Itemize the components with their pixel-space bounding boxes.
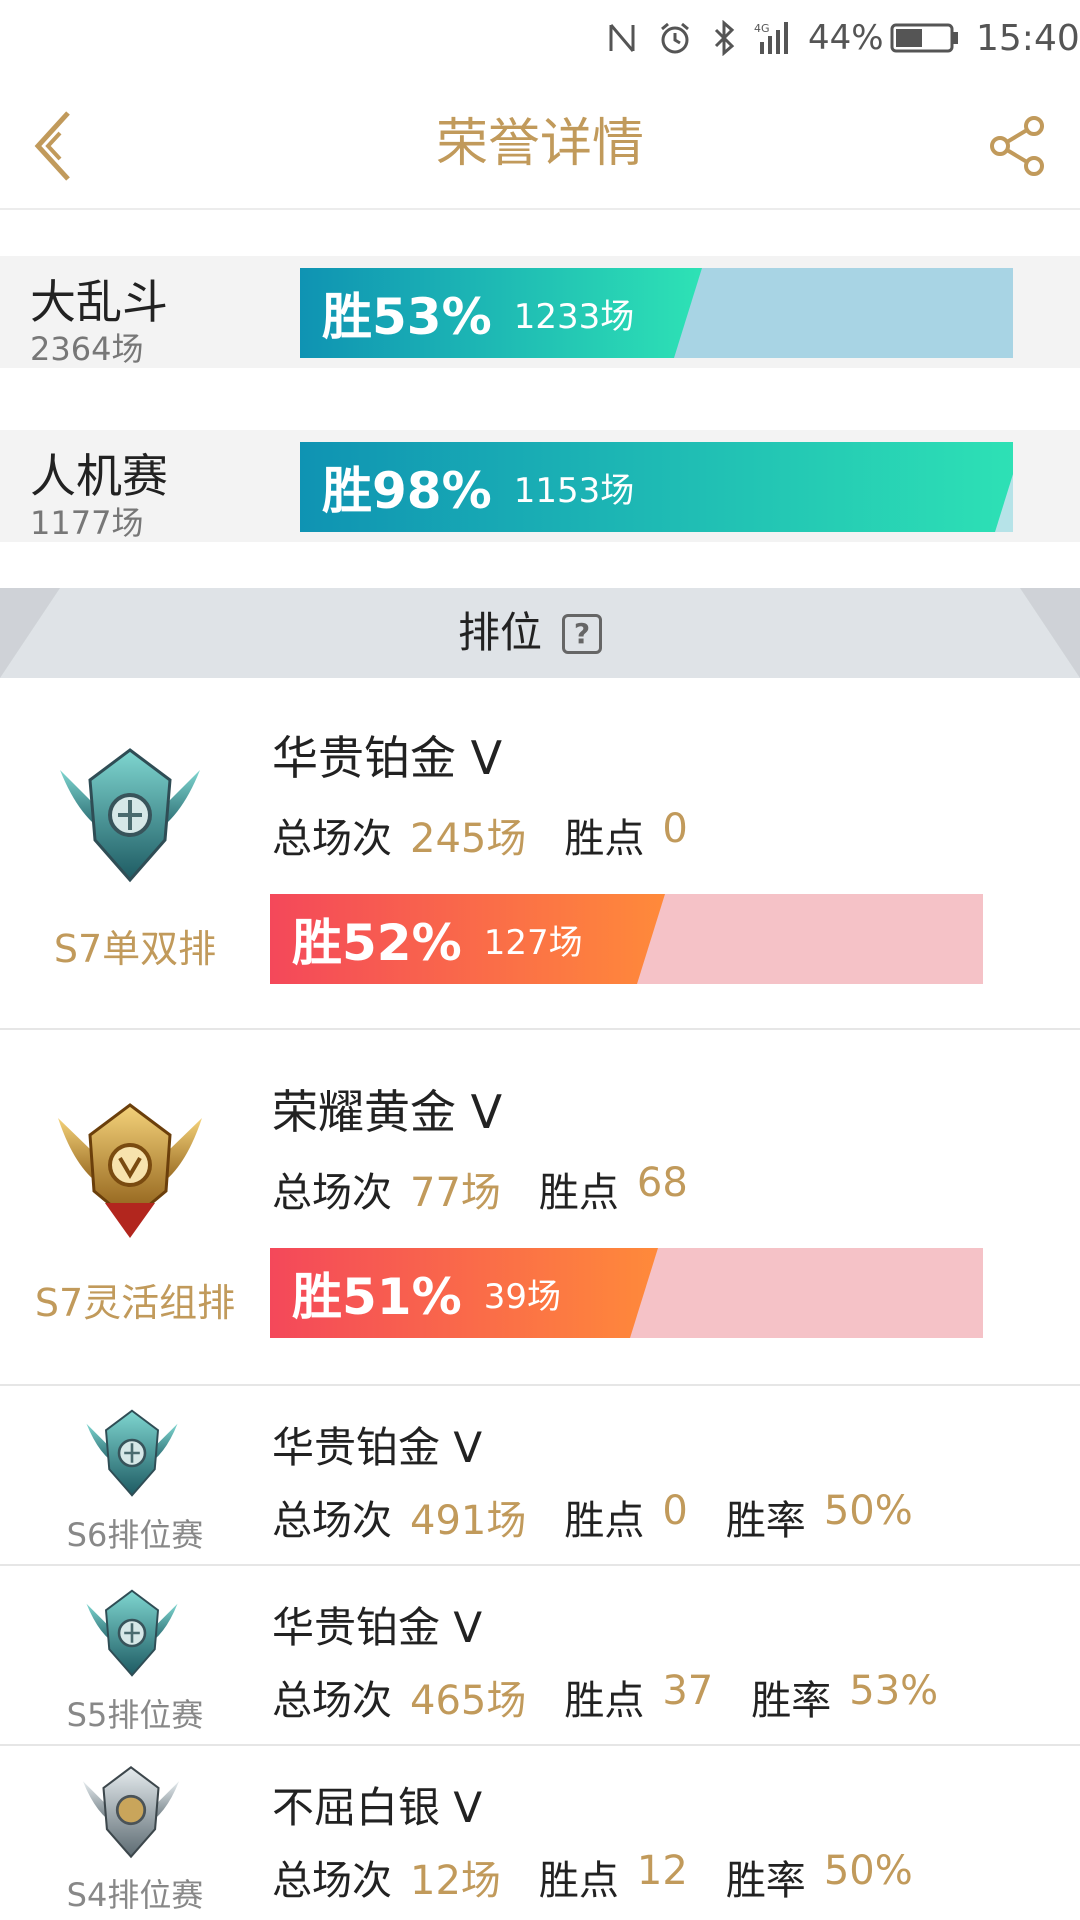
season-card[interactable]: S7灵活组排 荣耀黄金 V 总场次 77场 胜点 68 胜51% 39场: [0, 1032, 1080, 1386]
season-label: S5排位赛: [66, 1696, 204, 1734]
status-bar: 4G 44% 15:40: [0, 0, 1080, 78]
season-stats: 总场次 491场 胜点 0 胜率 50%: [272, 1488, 913, 1546]
battery-icon: [890, 18, 960, 58]
total-games-value: 12场: [410, 1858, 501, 1904]
win-rate-text: 胜53% 1233场: [322, 268, 634, 358]
rank-tier: 荣耀黄金 V: [272, 1085, 503, 1139]
win-rate-percent: 胜52%: [292, 914, 462, 972]
signal-icon: 4G: [754, 18, 790, 58]
platinum-rank-badge-icon: [80, 1584, 184, 1682]
header-decoration: [0, 588, 60, 678]
win-rate-percent: 胜98%: [322, 462, 492, 520]
win-rate-bar: 胜98% 1153场: [300, 442, 1013, 532]
total-games-label: 总场次: [272, 1678, 392, 1724]
bluetooth-icon: [712, 18, 738, 58]
ranked-title: 排位: [458, 608, 543, 657]
win-rate-bar: 胜52% 127场: [270, 894, 983, 984]
total-games-value: 245场: [410, 816, 527, 862]
alarm-icon: [658, 18, 694, 58]
network-type: 4G: [754, 22, 770, 35]
season-label: S6排位赛: [66, 1516, 204, 1554]
clock: 15:40: [976, 17, 1080, 59]
season-card[interactable]: S4排位赛 不屈白银 V 总场次 12场 胜点 12 胜率 50%: [0, 1748, 1080, 1920]
win-rate-percent: 胜53%: [322, 288, 492, 346]
win-games: 127场: [483, 922, 583, 963]
total-games-value: 77场: [410, 1170, 501, 1216]
page-title: 荣誉详情: [435, 114, 644, 174]
win-rate-text: 胜52% 127场: [292, 894, 583, 984]
mode-row: 大乱斗 2364场 胜53% 1233场: [0, 256, 1080, 368]
win-rate-bar: 胜53% 1233场: [300, 268, 1013, 358]
points-value: 0: [662, 806, 688, 852]
win-games: 39场: [483, 1276, 561, 1317]
points-label: 胜点: [564, 816, 645, 862]
season-stats: 总场次 77场 胜点 68: [272, 1160, 688, 1218]
points-value: 0: [662, 1488, 688, 1534]
rank-tier: 华贵铂金 V: [272, 1423, 483, 1472]
rank-tier: 不屈白银 V: [272, 1783, 483, 1832]
win-rate-label: 胜率: [725, 1858, 806, 1904]
win-rate-percent: 胜51%: [292, 1268, 462, 1326]
silver-rank-badge-icon: [76, 1760, 186, 1864]
share-button[interactable]: [990, 116, 1046, 176]
season-stats: 总场次 465场 胜点 37 胜率 53%: [272, 1668, 938, 1726]
season-label: S7单双排: [53, 927, 217, 971]
total-games-value: 465场: [410, 1678, 527, 1724]
season-label: S4排位赛: [66, 1876, 204, 1914]
win-rate-text: 胜51% 39场: [292, 1248, 561, 1338]
rank-tier: 华贵铂金 V: [272, 1603, 483, 1652]
battery-percent: 44%: [808, 18, 884, 58]
win-rate-value: 50%: [823, 1488, 913, 1534]
mode-name: 人机赛: [30, 449, 168, 503]
total-games-label: 总场次: [272, 1858, 392, 1904]
title-bar: 荣誉详情: [0, 78, 1080, 210]
season-stats: 总场次 245场 胜点 0: [272, 806, 688, 864]
header-decoration: [1020, 588, 1080, 678]
season-stats: 总场次 12场 胜点 12 胜率 50%: [272, 1848, 913, 1906]
season-label: S7灵活组排: [34, 1281, 236, 1325]
points-value: 68: [636, 1160, 688, 1206]
nfc-icon: [608, 18, 638, 58]
win-rate-label: 胜率: [751, 1678, 832, 1724]
win-rate-text: 胜98% 1153场: [322, 442, 634, 532]
season-card[interactable]: S7单双排 华贵铂金 V 总场次 245场 胜点 0 胜52% 127场: [0, 678, 1080, 1030]
season-card[interactable]: S5排位赛 华贵铂金 V 总场次 465场 胜点 37 胜率 53%: [0, 1568, 1080, 1746]
total-games-value: 491场: [410, 1498, 527, 1544]
win-rate-value: 53%: [849, 1668, 939, 1714]
points-label: 胜点: [538, 1858, 619, 1904]
win-games: 1153场: [513, 470, 635, 511]
points-label: 胜点: [564, 1678, 645, 1724]
win-games: 1233场: [513, 296, 635, 337]
mode-row: 人机赛 1177场 胜98% 1153场: [0, 430, 1080, 542]
share-icon: [990, 116, 1044, 176]
help-button[interactable]: ?: [562, 614, 602, 654]
win-rate-bar: 胜51% 39场: [270, 1248, 983, 1338]
season-card[interactable]: S6排位赛 华贵铂金 V 总场次 491场 胜点 0 胜率 50%: [0, 1388, 1080, 1566]
total-games-label: 总场次: [272, 816, 392, 862]
ranked-section-header: 排位 ?: [0, 588, 1080, 678]
gold-rank-badge-icon: [50, 1088, 210, 1248]
mode-total-games: 1177场: [30, 504, 144, 542]
total-games-label: 总场次: [272, 1170, 392, 1216]
platinum-rank-badge-icon: [50, 740, 210, 890]
mode-name: 大乱斗: [30, 275, 168, 329]
platinum-rank-badge-icon: [80, 1404, 184, 1502]
win-rate-label: 胜率: [725, 1498, 806, 1544]
points-value: 12: [636, 1848, 688, 1894]
points-label: 胜点: [564, 1498, 645, 1544]
win-rate-value: 50%: [823, 1848, 913, 1894]
mode-total-games: 2364场: [30, 330, 144, 368]
total-games-label: 总场次: [272, 1498, 392, 1544]
rank-tier: 华贵铂金 V: [272, 731, 503, 785]
points-value: 37: [662, 1668, 714, 1714]
points-label: 胜点: [538, 1170, 619, 1216]
